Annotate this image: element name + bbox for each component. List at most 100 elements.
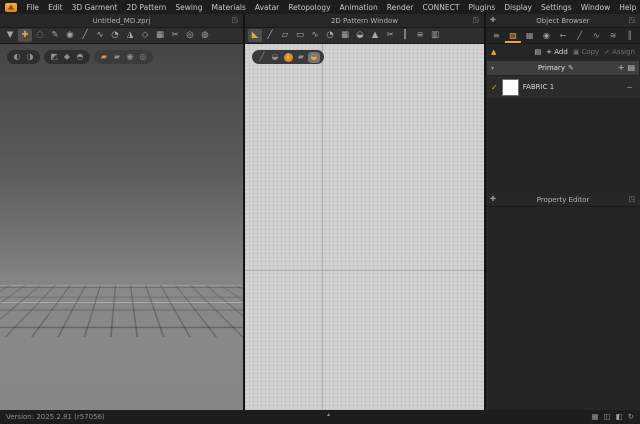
- simulate-tool[interactable]: ▼: [3, 29, 17, 42]
- assign-fabric-button[interactable]: ✓ Assign: [604, 48, 635, 56]
- textured-view-icon[interactable]: ◑: [24, 52, 36, 63]
- show-garment-icon[interactable]: ◩: [48, 52, 60, 63]
- measure-tool[interactable]: ▥: [428, 29, 442, 42]
- show-pins-icon[interactable]: ◆: [61, 52, 73, 63]
- menu-edit[interactable]: Edit: [44, 3, 68, 12]
- shaded-view-icon[interactable]: ◐: [11, 52, 23, 63]
- rectangle-tool[interactable]: ▭: [293, 29, 307, 42]
- menu-file[interactable]: File: [22, 3, 44, 12]
- float-window-icon[interactable]: ◳: [472, 17, 479, 24]
- puckering-tab[interactable]: ≋: [605, 28, 622, 43]
- cut-sew-tool[interactable]: ✂: [383, 29, 397, 42]
- gizmo-tool[interactable]: ◇: [138, 29, 152, 42]
- edit-pattern-tool[interactable]: ╱: [263, 29, 277, 42]
- show-garment-2d-icon[interactable]: ◒: [269, 52, 281, 63]
- edit-texture-icon[interactable]: ╱: [256, 52, 268, 63]
- grading-tool[interactable]: ▦: [338, 29, 352, 42]
- show-fabric-icon[interactable]: ▰: [295, 52, 307, 63]
- menu-plugins[interactable]: Plugins: [464, 3, 500, 12]
- graphic-tab[interactable]: ▦: [521, 28, 538, 43]
- scissors-tool[interactable]: ✂: [168, 29, 182, 42]
- pin-tool[interactable]: ◉: [63, 29, 77, 42]
- select-mesh-tool[interactable]: ◌: [33, 29, 47, 42]
- show-avatar-icon[interactable]: ◓: [74, 52, 86, 63]
- scene-tab[interactable]: ≡: [488, 28, 505, 43]
- remove-fabric-button[interactable]: −: [626, 83, 635, 92]
- new-folder-button[interactable]: ▤: [627, 64, 635, 72]
- monochrome-toggle-icon[interactable]: ◎: [137, 52, 149, 63]
- menu-2d-pattern[interactable]: 2D Pattern: [122, 3, 171, 12]
- menu-connect[interactable]: CONNECT: [418, 3, 464, 12]
- unfold-tool[interactable]: ▲: [368, 29, 382, 42]
- fold-arrangement-tool[interactable]: ◔: [108, 29, 122, 42]
- 3d-viewport[interactable]: ◐ ◑ ◩ ◆ ◓ ▰ ▰ ◉ ◎: [0, 44, 243, 410]
- reset-layout-icon[interactable]: ↻: [628, 413, 634, 421]
- add-folder-button[interactable]: ▤: [535, 48, 542, 56]
- main-menu: File Edit 3D Garment 2D Pattern Sewing Materi…: [22, 3, 640, 12]
- avatar-tool[interactable]: ◮: [123, 29, 137, 42]
- collapse-panel-arrow[interactable]: ▴: [327, 411, 330, 418]
- 2d-pattern-canvas[interactable]: ╱ ◒ i ▰ ◒: [245, 44, 484, 410]
- floor-grid: [0, 285, 243, 337]
- float-window-icon[interactable]: ◳: [231, 17, 238, 24]
- layout-preset-a-icon[interactable]: ◫: [604, 413, 611, 421]
- layout-preset-b-icon[interactable]: ◧: [616, 413, 623, 421]
- panel-3d-garment: Untitled_MD.zprj ◳ ▼ ✚ ◌ ✎ ◉ ╱ ∿ ◔ ◮ ◇ ▦ ✂ ◎ ◍ ◐ ◑ ◩ ◆ ◓…: [0, 14, 243, 410]
- primary-section-header[interactable]: ▾ Primary ✎ + ▤: [487, 61, 639, 75]
- fix-pin-tool[interactable]: ✎: [48, 29, 62, 42]
- menu-render[interactable]: Render: [382, 3, 418, 12]
- fabric-swatch[interactable]: [501, 78, 519, 96]
- buttonhole-tab[interactable]: ←: [555, 28, 572, 43]
- menu-display[interactable]: Display: [500, 3, 537, 12]
- topstitch-tab[interactable]: ╱: [571, 28, 588, 43]
- zipper-tab[interactable]: ║: [621, 28, 638, 43]
- menu-materials[interactable]: Materials: [207, 3, 250, 12]
- stitch-tool[interactable]: ≡: [413, 29, 427, 42]
- menu-window[interactable]: Window: [576, 3, 615, 12]
- float-window-icon[interactable]: ◳: [628, 196, 635, 203]
- curve-point-tool[interactable]: ∿: [308, 29, 322, 42]
- seamline-tool[interactable]: ║: [398, 29, 412, 42]
- object-browser-tabs: ≡ ▨ ▦ ◉ ← ╱ ∿ ≋ ║: [486, 28, 640, 44]
- add-fabric-button[interactable]: + Add: [546, 48, 568, 56]
- menu-animation[interactable]: Animation: [335, 3, 382, 12]
- grid-arrange-tool[interactable]: ▦: [153, 29, 167, 42]
- menu-avatar[interactable]: Avatar: [250, 3, 283, 12]
- status-bar: Version: 2025.2.81 (r57056) ▴ ▦ ◫ ◧ ↻: [0, 410, 640, 424]
- menu-settings[interactable]: Settings: [536, 3, 576, 12]
- trace-tool[interactable]: ◔: [323, 29, 337, 42]
- button-tab[interactable]: ◉: [538, 28, 555, 43]
- fabric-active-check-icon[interactable]: ✓: [491, 83, 498, 92]
- dock-panel-icon[interactable]: ✚: [490, 17, 496, 24]
- avatar-skin-toggle-icon[interactable]: ◉: [124, 52, 136, 63]
- section-name: Primary: [537, 64, 565, 72]
- fabric-name[interactable]: FABRIC 1: [523, 83, 623, 91]
- add-item-button[interactable]: +: [618, 64, 625, 72]
- polygon-tool[interactable]: ▱: [278, 29, 292, 42]
- menu-help[interactable]: Help: [615, 3, 640, 12]
- menu-sewing[interactable]: Sewing: [171, 3, 207, 12]
- layout-windows-icon[interactable]: ▦: [591, 413, 598, 421]
- sewing-tool[interactable]: ∿: [93, 29, 107, 42]
- fabric-tab[interactable]: ▨: [505, 28, 522, 43]
- float-window-icon[interactable]: ◳: [628, 17, 635, 24]
- edit-section-icon[interactable]: ✎: [568, 64, 574, 72]
- dock-panel-icon[interactable]: ✚: [490, 196, 496, 203]
- steam-tool[interactable]: ◎: [183, 29, 197, 42]
- menu-3d-garment[interactable]: 3D Garment: [67, 3, 122, 12]
- tack-tool[interactable]: ╱: [78, 29, 92, 42]
- piping-tab[interactable]: ∿: [588, 28, 605, 43]
- transform-pattern-tool[interactable]: ◣: [248, 29, 262, 42]
- 2d-toggle-group: ╱ ◒ i ▰ ◒: [252, 50, 324, 64]
- pattern-info-icon[interactable]: i: [283, 52, 293, 62]
- fabric-list-item[interactable]: ✓ FABRIC 1 −: [486, 76, 640, 98]
- select-move-tool[interactable]: ✚: [18, 29, 32, 42]
- flatten-tool[interactable]: ◒: [353, 29, 367, 42]
- menu-retopology[interactable]: Retopology: [284, 3, 335, 12]
- textured-pattern-icon[interactable]: ◒: [308, 51, 320, 63]
- fabric-plain-toggle-icon[interactable]: ▰: [111, 52, 123, 63]
- collapse-section-icon[interactable]: ▾: [491, 65, 494, 72]
- copy-fabric-button[interactable]: ▣ Copy: [573, 48, 599, 56]
- render-style-tool[interactable]: ◍: [198, 29, 212, 42]
- fabric-texture-toggle-icon[interactable]: ▰: [98, 52, 110, 63]
